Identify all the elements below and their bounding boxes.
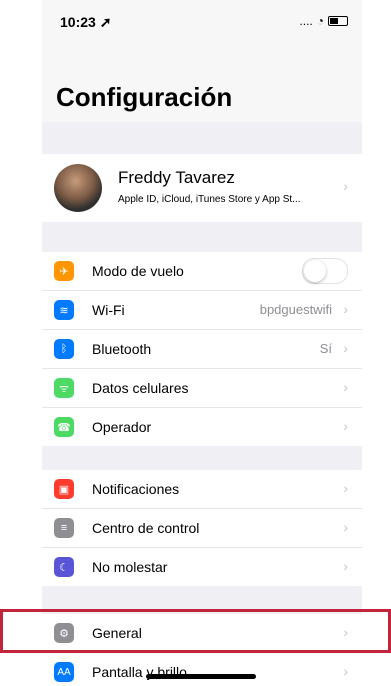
profile-section: Freddy Tavarez Apple ID, iCloud, iTunes … [42,154,362,222]
airplane-mode-toggle[interactable] [302,258,348,284]
chevron-right-icon: › [343,558,348,574]
row-bluetooth[interactable]: ᛒ Bluetooth Sí › [42,330,362,369]
notifications-icon: ▣ [54,479,74,499]
row-label: No molestar [92,559,168,575]
chevron-right-icon: › [343,519,348,535]
display-brightness-icon: AA [54,662,74,682]
row-label: Datos celulares [92,380,189,396]
chevron-right-icon: › [343,340,348,356]
profile-name: Freddy Tavarez [118,168,235,187]
row-notifications[interactable]: ▣ Notificaciones › [42,470,362,509]
chevron-right-icon: › [343,480,348,496]
chevron-right-icon: › [343,418,348,434]
connectivity-section: ✈ Modo de vuelo ≋ Wi-Fi bpdguestwifi › ᛒ… [42,252,362,446]
chevron-right-icon: › [343,663,348,679]
row-label: Notificaciones [92,481,180,497]
row-carrier[interactable]: ☎ Operador › [42,408,362,446]
row-label: Modo de vuelo [92,263,184,279]
wifi-icon: ≋ [54,300,74,320]
profile-subtitle: Apple ID, iCloud, iTunes Store y App St.… [118,194,301,205]
profile-row[interactable]: Freddy Tavarez Apple ID, iCloud, iTunes … [42,154,362,222]
phone-icon: ☎ [54,417,74,437]
row-value: bpdguestwifi [259,302,332,317]
cellular-icon: ᯤ [54,378,74,398]
page-title: Configuración [56,82,233,112]
row-display-brightness[interactable]: AA Pantalla y brillo › [42,653,362,686]
settings-screen: 10:23 ➚ .... ◔ Configuración Freddy Tava… [42,0,362,686]
row-control-center[interactable]: ≡ Centro de control › [42,509,362,548]
status-bar: 10:23 ➚ .... ◔ [42,0,362,44]
airplane-icon: ✈ [54,261,74,281]
row-wifi[interactable]: ≋ Wi-Fi bpdguestwifi › [42,291,362,330]
row-cellular[interactable]: ᯤ Datos celulares › [42,369,362,408]
chevron-right-icon: › [343,178,348,194]
location-arrow-icon: ➚ [99,14,112,30]
chevron-right-icon: › [343,301,348,317]
highlight-box [0,609,391,653]
status-time: 10:23 ➚ [60,14,112,30]
wifi-icon: ◔ [316,14,324,28]
home-indicator[interactable] [146,674,256,679]
row-label: Centro de control [92,520,200,536]
control-center-icon: ≡ [54,518,74,538]
bluetooth-icon: ᛒ [54,339,74,359]
status-right: .... ◔ [299,14,348,28]
battery-icon [328,16,348,26]
moon-icon: ☾ [54,557,74,577]
toggle-knob [304,260,326,282]
signal-icon: .... [299,14,313,28]
row-label: Operador [92,419,152,435]
row-label: Bluetooth [92,341,152,357]
system-section: ▣ Notificaciones › ≡ Centro de control ›… [42,470,362,586]
row-do-not-disturb[interactable]: ☾ No molestar › [42,548,362,586]
row-label: Wi-Fi [92,302,125,318]
row-value: Sí [319,341,332,356]
row-airplane-mode[interactable]: ✈ Modo de vuelo [42,252,362,291]
large-title-area: Configuración [42,44,362,122]
chevron-right-icon: › [343,379,348,395]
avatar [54,164,102,212]
